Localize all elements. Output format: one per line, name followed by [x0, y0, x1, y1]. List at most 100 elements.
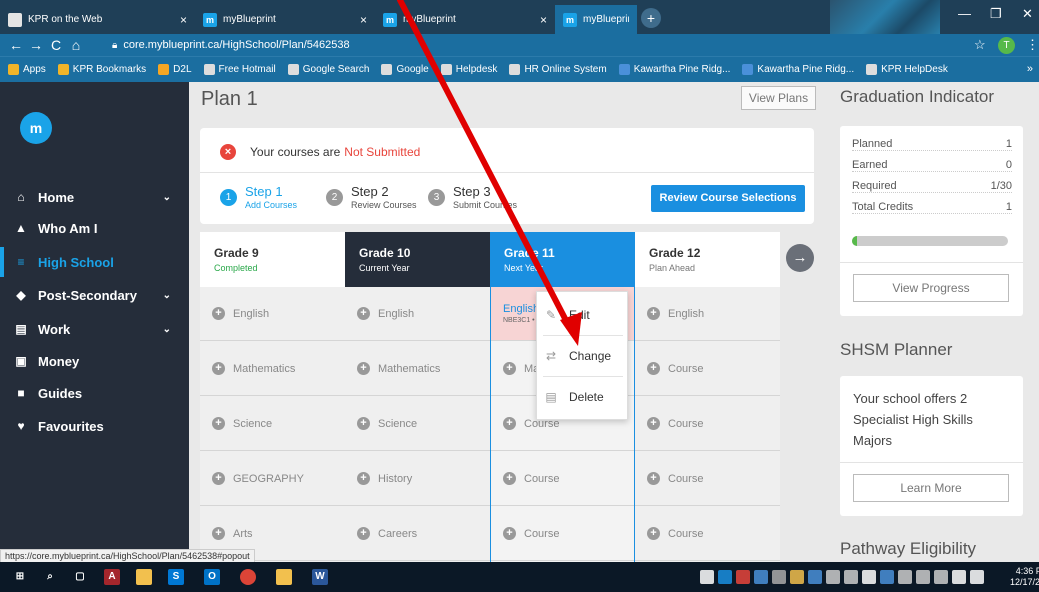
tray-icon[interactable]: [844, 570, 858, 584]
step-add-courses[interactable]: 1 Step 1 Add Courses: [220, 184, 297, 210]
taskbar-clock[interactable]: 4:36 PM 12/17/2019: [1010, 566, 1039, 588]
next-grade-arrow-icon[interactable]: →: [786, 244, 814, 272]
home-browser-icon[interactable]: ⌂: [66, 37, 86, 53]
sidebar-item-guides[interactable]: ■ Guides: [0, 378, 189, 408]
tray-icon[interactable]: [952, 570, 966, 584]
delete-menu-item[interactable]: ▤ Delete: [537, 377, 629, 417]
sidebar-item-favourites[interactable]: ♥ Favourites: [0, 411, 189, 441]
learn-more-button[interactable]: Learn More: [853, 474, 1009, 502]
tray-icon[interactable]: [934, 570, 948, 584]
add-course-cell[interactable]: + Mathematics: [345, 342, 490, 396]
task-view-icon[interactable]: ▢: [72, 569, 88, 585]
browser-tab[interactable]: m myBlueprint ×: [195, 5, 375, 34]
myblueprint-logo[interactable]: m: [20, 112, 52, 144]
bookmark-item[interactable]: D2L: [158, 64, 192, 75]
grade-header[interactable]: Grade 9 Completed: [200, 232, 345, 287]
add-course-cell[interactable]: + English: [345, 287, 490, 341]
tray-icon[interactable]: [916, 570, 930, 584]
tray-icon[interactable]: [700, 570, 714, 584]
tray-icon[interactable]: [808, 570, 822, 584]
tray-icon[interactable]: [898, 570, 912, 584]
bookmark-item[interactable]: Kawartha Pine Ridg...: [618, 64, 730, 75]
bookmark-item[interactable]: Kawartha Pine Ridg...: [742, 64, 854, 75]
outlook-icon[interactable]: O: [204, 569, 220, 585]
bookmark-item[interactable]: Google Search: [287, 64, 369, 75]
bookmark-item[interactable]: KPR HelpDesk: [866, 64, 948, 75]
view-progress-button[interactable]: View Progress: [853, 274, 1009, 302]
grade-header[interactable]: Grade 12 Plan Ahead: [635, 232, 780, 287]
bookmark-item[interactable]: Apps: [8, 64, 46, 75]
tray-icon[interactable]: [862, 570, 876, 584]
grade-header[interactable]: Grade 11 Next Year: [490, 232, 635, 287]
tray-icon[interactable]: [736, 570, 750, 584]
folder-app-icon[interactable]: [136, 569, 152, 585]
add-course-cell[interactable]: + Course: [635, 452, 780, 506]
close-icon[interactable]: ×: [360, 13, 367, 27]
close-icon[interactable]: ×: [540, 13, 547, 27]
chevron-down-icon[interactable]: ⌄: [163, 324, 171, 335]
add-course-cell[interactable]: + Science: [200, 397, 345, 451]
tray-icon[interactable]: [754, 570, 768, 584]
browser-tab[interactable]: m myBlueprint ×: [375, 5, 555, 34]
add-course-cell[interactable]: + Course: [491, 452, 634, 506]
bookmark-item[interactable]: HR Online System: [509, 64, 607, 75]
sidebar-item-post-secondary[interactable]: ◆ Post-Secondary ⌄: [0, 280, 189, 310]
add-course-cell[interactable]: + English: [200, 287, 345, 341]
reload-icon[interactable]: C: [46, 37, 66, 53]
bookmark-item[interactable]: Helpdesk: [440, 64, 497, 75]
sidebar-item-work[interactable]: ▤ Work ⌄: [0, 314, 189, 344]
bookmark-star-icon[interactable]: ☆: [974, 37, 986, 53]
chevron-down-icon[interactable]: ⌄: [163, 290, 171, 301]
view-plans-button[interactable]: View Plans: [741, 86, 816, 110]
restore-icon[interactable]: ❐: [990, 6, 1002, 22]
tray-icon[interactable]: [880, 570, 894, 584]
search-icon[interactable]: ⌕: [42, 569, 58, 585]
add-course-cell[interactable]: + Course: [635, 342, 780, 396]
url-field[interactable]: 🔒︎ core.myblueprint.ca/HighSchool/Plan/5…: [112, 35, 972, 55]
sidebar-item-high-school[interactable]: ≡ High School: [0, 247, 189, 277]
browser-tab-active[interactable]: m myBlueprint: High School: [555, 5, 637, 34]
chevron-down-icon[interactable]: ⌄: [163, 192, 171, 203]
sidebar-item-money[interactable]: ▣ Money: [0, 346, 189, 376]
minimize-icon[interactable]: —: [958, 6, 971, 21]
window-close-icon[interactable]: ✕: [1022, 6, 1033, 22]
step-review-courses[interactable]: 2 Step 2 Review Courses: [326, 184, 417, 210]
profile-avatar[interactable]: T: [998, 37, 1015, 54]
review-course-selections-button[interactable]: Review Course Selections: [651, 185, 805, 212]
add-course-cell[interactable]: + Course: [635, 397, 780, 451]
chrome-icon[interactable]: [240, 569, 256, 585]
tray-icon[interactable]: [790, 570, 804, 584]
tray-icon[interactable]: [826, 570, 840, 584]
back-icon[interactable]: ←: [6, 37, 26, 53]
change-menu-item[interactable]: ⇄ Change: [537, 336, 629, 376]
add-course-cell[interactable]: + Careers: [345, 507, 490, 561]
forward-icon[interactable]: →: [26, 37, 46, 53]
access-app-icon[interactable]: A: [104, 569, 120, 585]
edit-menu-item[interactable]: ✎ Edit: [537, 295, 629, 335]
file-explorer-icon[interactable]: [276, 569, 292, 585]
skype-icon[interactable]: S: [168, 569, 184, 585]
browser-menu-icon[interactable]: ⋮: [1026, 37, 1039, 53]
tray-icon[interactable]: [772, 570, 786, 584]
bookmarks-overflow-icon[interactable]: »: [1027, 63, 1033, 75]
bookmark-item[interactable]: Google: [381, 64, 429, 75]
add-course-cell[interactable]: + GEOGRAPHY: [200, 452, 345, 506]
close-icon[interactable]: ×: [180, 13, 187, 27]
browser-tab[interactable]: KPR on the Web ×: [0, 5, 195, 34]
windows-start-icon[interactable]: ⊞: [12, 569, 28, 585]
tray-icon[interactable]: [718, 570, 732, 584]
add-course-cell[interactable]: + Mathematics: [200, 342, 345, 396]
new-tab-button[interactable]: +: [641, 8, 661, 28]
add-course-cell[interactable]: + Science: [345, 397, 490, 451]
word-icon[interactable]: W: [312, 569, 328, 585]
add-course-cell[interactable]: + Course: [491, 507, 634, 561]
add-course-cell[interactable]: + English: [635, 287, 780, 341]
sidebar-item-home[interactable]: ⌂ Home ⌄: [0, 182, 189, 212]
step-submit-courses[interactable]: 3 Step 3 Submit Courses: [428, 184, 517, 210]
add-course-cell[interactable]: + Course: [635, 507, 780, 561]
sidebar-item-who-am-i[interactable]: ▲ Who Am I: [0, 213, 189, 243]
bookmark-item[interactable]: Free Hotmail: [203, 64, 276, 75]
add-course-cell[interactable]: + History: [345, 452, 490, 506]
bookmark-item[interactable]: KPR Bookmarks: [57, 64, 146, 75]
tray-icon[interactable]: [970, 570, 984, 584]
